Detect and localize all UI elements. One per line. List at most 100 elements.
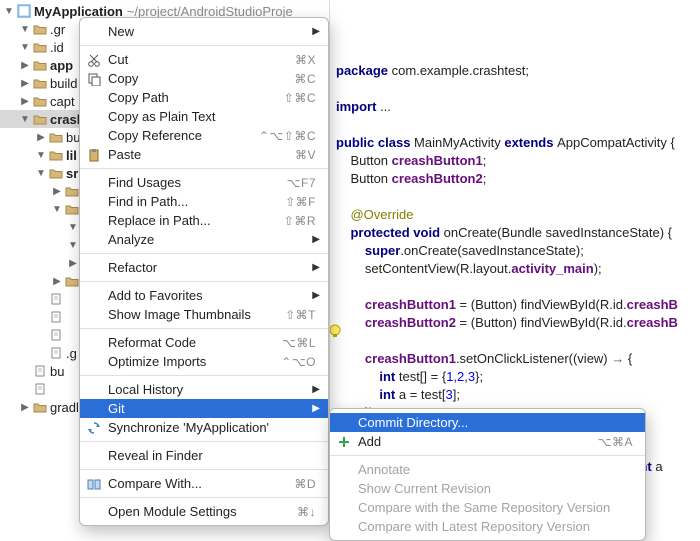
code-line: setContentView(R.layout.activity_main);	[336, 260, 694, 278]
tree-item-label: .id	[50, 40, 64, 55]
menu-item-add[interactable]: Add⌥⌘A	[330, 432, 645, 451]
chevron-right-icon: ▶	[312, 26, 320, 37]
menu-item-compare-with-the-same-repository-version: Compare with the Same Repository Version	[330, 498, 645, 517]
folder-icon	[49, 148, 63, 162]
blank-icon	[86, 448, 102, 464]
menu-item-show-current-revision: Show Current Revision	[330, 479, 645, 498]
menu-item-copy[interactable]: Copy⌘C	[80, 69, 328, 88]
file-icon	[49, 328, 63, 342]
menu-separator	[80, 253, 328, 254]
menu-item-label: Copy Reference	[108, 128, 259, 143]
chevron-down-icon: ▼	[20, 24, 30, 35]
menu-item-label: Compare with Latest Repository Version	[358, 519, 633, 534]
menu-item-analyze[interactable]: Analyze▶	[80, 230, 328, 249]
menu-item-label: Copy Path	[108, 90, 284, 105]
git-submenu: Commit Directory...Add⌥⌘AAnnotateShow Cu…	[329, 408, 646, 541]
menu-item-replace-in-path[interactable]: Replace in Path...⇧⌘R	[80, 211, 328, 230]
menu-item-local-history[interactable]: Local History▶	[80, 380, 328, 399]
compare-icon	[86, 476, 102, 492]
chevron-right-icon: ▶	[20, 78, 30, 89]
blank-icon	[86, 307, 102, 323]
menu-item-reveal-in-finder[interactable]: Reveal in Finder	[80, 446, 328, 465]
menu-item-label: Local History	[108, 382, 316, 397]
menu-item-new[interactable]: New▶	[80, 22, 328, 41]
menu-item-reformat-code[interactable]: Reformat Code⌥⌘L	[80, 333, 328, 352]
menu-item-label: Git	[108, 401, 316, 416]
menu-item-compare-with[interactable]: Compare With...⌘D	[80, 474, 328, 493]
folder-icon	[33, 94, 47, 108]
menu-shortcut: ⌘C	[294, 72, 316, 86]
folder-icon	[49, 166, 63, 180]
blank-icon	[86, 24, 102, 40]
menu-item-label: Optimize Imports	[108, 354, 281, 369]
menu-item-copy-reference[interactable]: Copy Reference⌃⌥⇧⌘C	[80, 126, 328, 145]
menu-item-label: Compare with the Same Repository Version	[358, 500, 633, 515]
menu-shortcut: ⌥⌘L	[282, 336, 316, 350]
menu-item-optimize-imports[interactable]: Optimize Imports⌃⌥O	[80, 352, 328, 371]
tree-item-label: bu	[50, 364, 64, 379]
menu-item-label: Open Module Settings	[108, 504, 297, 519]
menu-item-label: Copy	[108, 71, 294, 86]
blank-icon	[86, 109, 102, 125]
menu-item-commit-directory[interactable]: Commit Directory...	[330, 413, 645, 432]
menu-item-cut[interactable]: Cut⌘X	[80, 50, 328, 69]
menu-item-label: Find Usages	[108, 175, 287, 190]
menu-item-synchronize-myapplication[interactable]: Synchronize 'MyApplication'	[80, 418, 328, 437]
menu-item-label: Add	[358, 434, 598, 449]
menu-item-add-to-favorites[interactable]: Add to Favorites▶	[80, 286, 328, 305]
menu-separator	[80, 375, 328, 376]
chevron-down-icon: ▼	[4, 6, 14, 17]
code-line	[336, 278, 694, 296]
menu-item-copy-as-plain-text[interactable]: Copy as Plain Text	[80, 107, 328, 126]
code-line	[336, 116, 694, 134]
menu-separator	[330, 455, 645, 456]
menu-shortcut: ⇧⌘F	[285, 195, 316, 209]
code-line: import ...	[336, 98, 694, 116]
code-line: super.onCreate(savedInstanceState);	[336, 242, 694, 260]
copy-icon	[86, 71, 102, 87]
folder-icon	[33, 58, 47, 72]
chevron-right-icon: ▶	[68, 258, 78, 269]
menu-item-paste[interactable]: Paste⌘V	[80, 145, 328, 164]
menu-item-open-module-settings[interactable]: Open Module Settings⌘↓	[80, 502, 328, 521]
chevron-down-icon: ▼	[20, 42, 30, 53]
add-icon	[336, 434, 352, 450]
code-line	[336, 188, 694, 206]
menu-shortcut: ⌘X	[295, 53, 316, 67]
tree-item-label: .g	[66, 346, 77, 361]
blank-icon	[86, 382, 102, 398]
menu-item-show-image-thumbnails[interactable]: Show Image Thumbnails⇧⌘T	[80, 305, 328, 324]
menu-separator	[80, 497, 328, 498]
menu-item-git[interactable]: Git▶	[80, 399, 328, 418]
menu-item-label: Compare With...	[108, 476, 294, 491]
menu-item-label: Reveal in Finder	[108, 448, 316, 463]
code-line: creashButton1.setOnClickListener((view) …	[336, 350, 694, 368]
menu-item-refactor[interactable]: Refactor▶	[80, 258, 328, 277]
menu-shortcut: ⌘D	[294, 477, 316, 491]
menu-item-label: Paste	[108, 147, 295, 162]
code-line: public class MainMyActivity extends AppC…	[336, 134, 694, 152]
menu-item-find-usages[interactable]: Find Usages⌥F7	[80, 173, 328, 192]
menu-item-label: Reformat Code	[108, 335, 282, 350]
blank-icon	[86, 335, 102, 351]
menu-item-find-in-path[interactable]: Find in Path...⇧⌘F	[80, 192, 328, 211]
blank-icon	[86, 194, 102, 210]
tree-item-label: lil	[66, 148, 77, 163]
code-line: Button creashButton1;	[336, 152, 694, 170]
tree-item-label: gradl	[50, 400, 79, 415]
code-line: @Override	[336, 206, 694, 224]
blank-icon	[86, 232, 102, 248]
intention-bulb-icon[interactable]	[330, 288, 350, 374]
chevron-right-icon: ▶	[36, 132, 46, 143]
blank-icon	[86, 260, 102, 276]
chevron-right-icon: ▶	[52, 276, 62, 287]
menu-item-copy-path[interactable]: Copy Path⇧⌘C	[80, 88, 328, 107]
code-line: int a = test[3];	[336, 386, 694, 404]
sync-icon	[86, 420, 102, 436]
chevron-down-icon: ▼	[36, 150, 46, 161]
folder-icon	[65, 184, 79, 198]
blank-icon	[86, 213, 102, 229]
menu-shortcut: ⌥⌘A	[598, 435, 633, 449]
blank-icon	[86, 504, 102, 520]
menu-item-label: Cut	[108, 52, 295, 67]
